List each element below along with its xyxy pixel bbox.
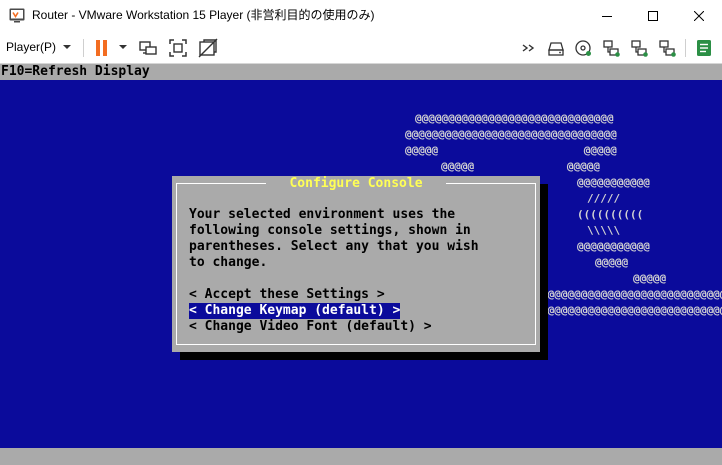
ascii-art-line: @@@@@ @@@@@ [405,144,617,157]
ascii-art-line: @@@@@ [595,256,629,269]
dialog-border-top [446,183,536,184]
message-log-icon [697,40,711,56]
close-button[interactable] [676,0,722,31]
pause-button[interactable] [92,38,112,58]
configure-console-dialog: Configure Console Your selected environm… [172,176,540,352]
cd-dvd-button[interactable] [573,38,593,58]
dropdown-caret-icon[interactable] [119,45,127,49]
toolbar-separator [685,39,686,57]
player-menu[interactable]: Player(P) [6,37,72,57]
maximize-icon [648,10,658,21]
window-title: Router - VMware Workstation 15 Player (非… [32,8,375,22]
maximize-button[interactable] [630,0,676,31]
accept-settings-option[interactable]: < Accept these Settings > [189,287,385,303]
pause-icon [96,40,107,56]
cd-dvd-icon [575,40,591,56]
vm-console-screen[interactable]: F10=Refresh Display @@@@@@@@@@@@@@@@@@@@… [0,64,722,465]
network-adapter-icon [603,40,620,57]
send-ctrl-alt-del-icon [139,41,157,55]
expand-devices-icon [522,44,535,52]
minimize-button[interactable] [584,0,630,31]
player-menu-label: Player(P) [6,40,57,54]
hard-disk-button[interactable] [546,38,566,58]
dialog-border-top [176,183,266,184]
network-adapter-2-button[interactable] [629,38,649,58]
player-toolbar: Player(P) [0,31,722,64]
ascii-art-line: @@@@@@@@@@@@@@@@@@@@@@@@@@@@@@ [415,112,614,125]
toolbar-separator [83,39,84,57]
network-adapter-3-button[interactable] [657,38,677,58]
network-adapter-2-icon [631,40,648,57]
expand-devices-button[interactable] [520,38,540,58]
chevron-down-icon [63,45,72,49]
ascii-art-line: @@@@@@@@@@@@@@@@@@@@@@@@@@@@@@@@ [405,128,617,141]
ascii-art-line: @@@@@@@@@@@ [577,176,650,189]
window-title-bar[interactable]: Router - VMware Workstation 15 Player (非… [0,0,722,31]
ascii-art-line: ///// [587,192,621,205]
vmware-player-icon [9,8,25,23]
message-log-button[interactable] [694,38,714,58]
network-adapter-button[interactable] [601,38,621,58]
ascii-art-line: \\\\\ [587,224,621,237]
change-keymap-option[interactable]: < Change Keymap (default) > [189,303,401,319]
send-ctrl-alt-del-button[interactable] [138,38,158,58]
unity-icon [198,38,218,58]
network-adapter-3-icon [659,40,676,57]
full-screen-button[interactable] [168,38,188,58]
dialog-body-line: Your selected environment uses the [189,207,456,222]
full-screen-icon [169,39,187,57]
ascii-art-line: @@@@@@@@@@@@@@@@@@@@@@@@@@@@@@@ [541,304,722,317]
ascii-art-line: @@@@@@@@@@@@@@@@@@@@@@@@@@@@@@@@ [541,288,722,301]
console-bottom-bar [0,448,722,465]
ascii-art-line: (((((((((( [577,208,644,221]
unity-button[interactable] [198,38,218,58]
ascii-art-line: @@@@@@@@@@@ [577,240,650,253]
hard-disk-icon [548,42,564,56]
dialog-body-line: parentheses. Select any that you wish [189,239,479,254]
dialog-title: Configure Console [281,176,431,191]
close-icon [694,10,704,21]
dialog-body-line: to change. [189,255,268,270]
ascii-art-line: @@@@@ @@@@@ [441,160,600,173]
change-video-font-option[interactable]: < Change Video Font (default) > [189,319,432,335]
ascii-art-line: @@@@@ [633,272,667,285]
dialog-body-line: following console settings, shown in [189,223,471,238]
minimize-icon [602,15,612,17]
